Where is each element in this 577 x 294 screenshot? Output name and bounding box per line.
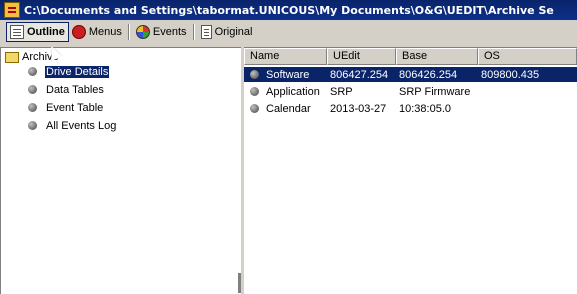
cell-base: SRP Firmware xyxy=(399,85,471,98)
column-header-base[interactable]: Base xyxy=(396,48,478,65)
menus-label: Menus xyxy=(88,26,122,38)
cell-name: Application xyxy=(244,86,327,98)
tree-item-data-tables[interactable]: Data Tables xyxy=(28,82,105,97)
bullet-icon xyxy=(28,103,37,112)
cell-uedit: 2013-03-27 xyxy=(330,102,387,115)
details-list[interactable]: Name UEdit Base OS Software 806427.254 8… xyxy=(244,47,577,294)
list-row[interactable]: Application SRP SRP Firmware xyxy=(244,84,577,99)
toolbar-separator xyxy=(127,24,130,40)
cell-name: Software xyxy=(244,69,327,81)
row-name: Calendar xyxy=(266,102,311,115)
column-header-uedit[interactable]: UEdit xyxy=(327,48,396,65)
tree-item-label: All Events Log xyxy=(46,119,117,132)
original-label: Original xyxy=(214,26,253,38)
cell-uedit: SRP xyxy=(330,85,353,98)
menus-icon xyxy=(71,25,86,39)
bullet-icon xyxy=(28,67,37,76)
events-label: Events xyxy=(152,26,187,38)
title-bar: C:\Documents and Settings\tabormat.UNICO… xyxy=(0,0,577,20)
original-icon xyxy=(200,25,212,39)
cell-base: 10:38:05.0 xyxy=(399,102,451,115)
outline-button[interactable]: Outline xyxy=(6,22,69,42)
list-row[interactable]: Software 806427.254 806426.254 809800.43… xyxy=(244,67,577,82)
events-icon xyxy=(135,25,150,39)
folder-icon xyxy=(5,51,19,63)
toolbar-separator xyxy=(192,24,195,40)
tree-item-label: Drive Details xyxy=(43,64,111,79)
column-header-os[interactable]: OS xyxy=(478,48,577,65)
cell-uedit: 806427.254 xyxy=(330,68,389,81)
list-row[interactable]: Calendar 2013-03-27 10:38:05.0 xyxy=(244,101,577,116)
tree-item-label: Data Tables xyxy=(46,83,104,96)
list-header: Name UEdit Base OS xyxy=(244,48,577,65)
window-title: C:\Documents and Settings\tabormat.UNICO… xyxy=(24,3,554,17)
cell-base: 806426.254 xyxy=(399,68,458,81)
tree-item-event-table[interactable]: Event Table xyxy=(28,100,104,115)
menus-button[interactable]: Menus xyxy=(69,22,125,42)
cell-name: Calendar xyxy=(244,103,327,115)
tree-item-drive-details[interactable]: Drive Details xyxy=(28,64,111,79)
cell-os: 809800.435 xyxy=(481,68,540,81)
software-icon xyxy=(250,70,259,79)
outline-tree[interactable]: Archive Drive Details Data Tables Event … xyxy=(0,47,241,294)
bullet-icon xyxy=(28,85,37,94)
outline-label: Outline xyxy=(27,26,65,38)
column-header-name[interactable]: Name xyxy=(244,48,327,65)
bullet-icon xyxy=(250,104,259,113)
tree-item-all-events-log[interactable]: All Events Log xyxy=(28,118,117,133)
events-button[interactable]: Events xyxy=(133,22,190,42)
outline-icon xyxy=(10,25,24,39)
tree-item-label: Event Table xyxy=(46,101,104,114)
bullet-icon xyxy=(28,121,37,130)
bullet-icon xyxy=(250,87,259,96)
toolbar: Outline Menus Events Original xyxy=(0,20,577,44)
row-name: Software xyxy=(266,68,310,81)
original-button[interactable]: Original xyxy=(198,22,256,42)
row-name: Application xyxy=(266,85,320,98)
app-icon[interactable] xyxy=(4,2,20,18)
